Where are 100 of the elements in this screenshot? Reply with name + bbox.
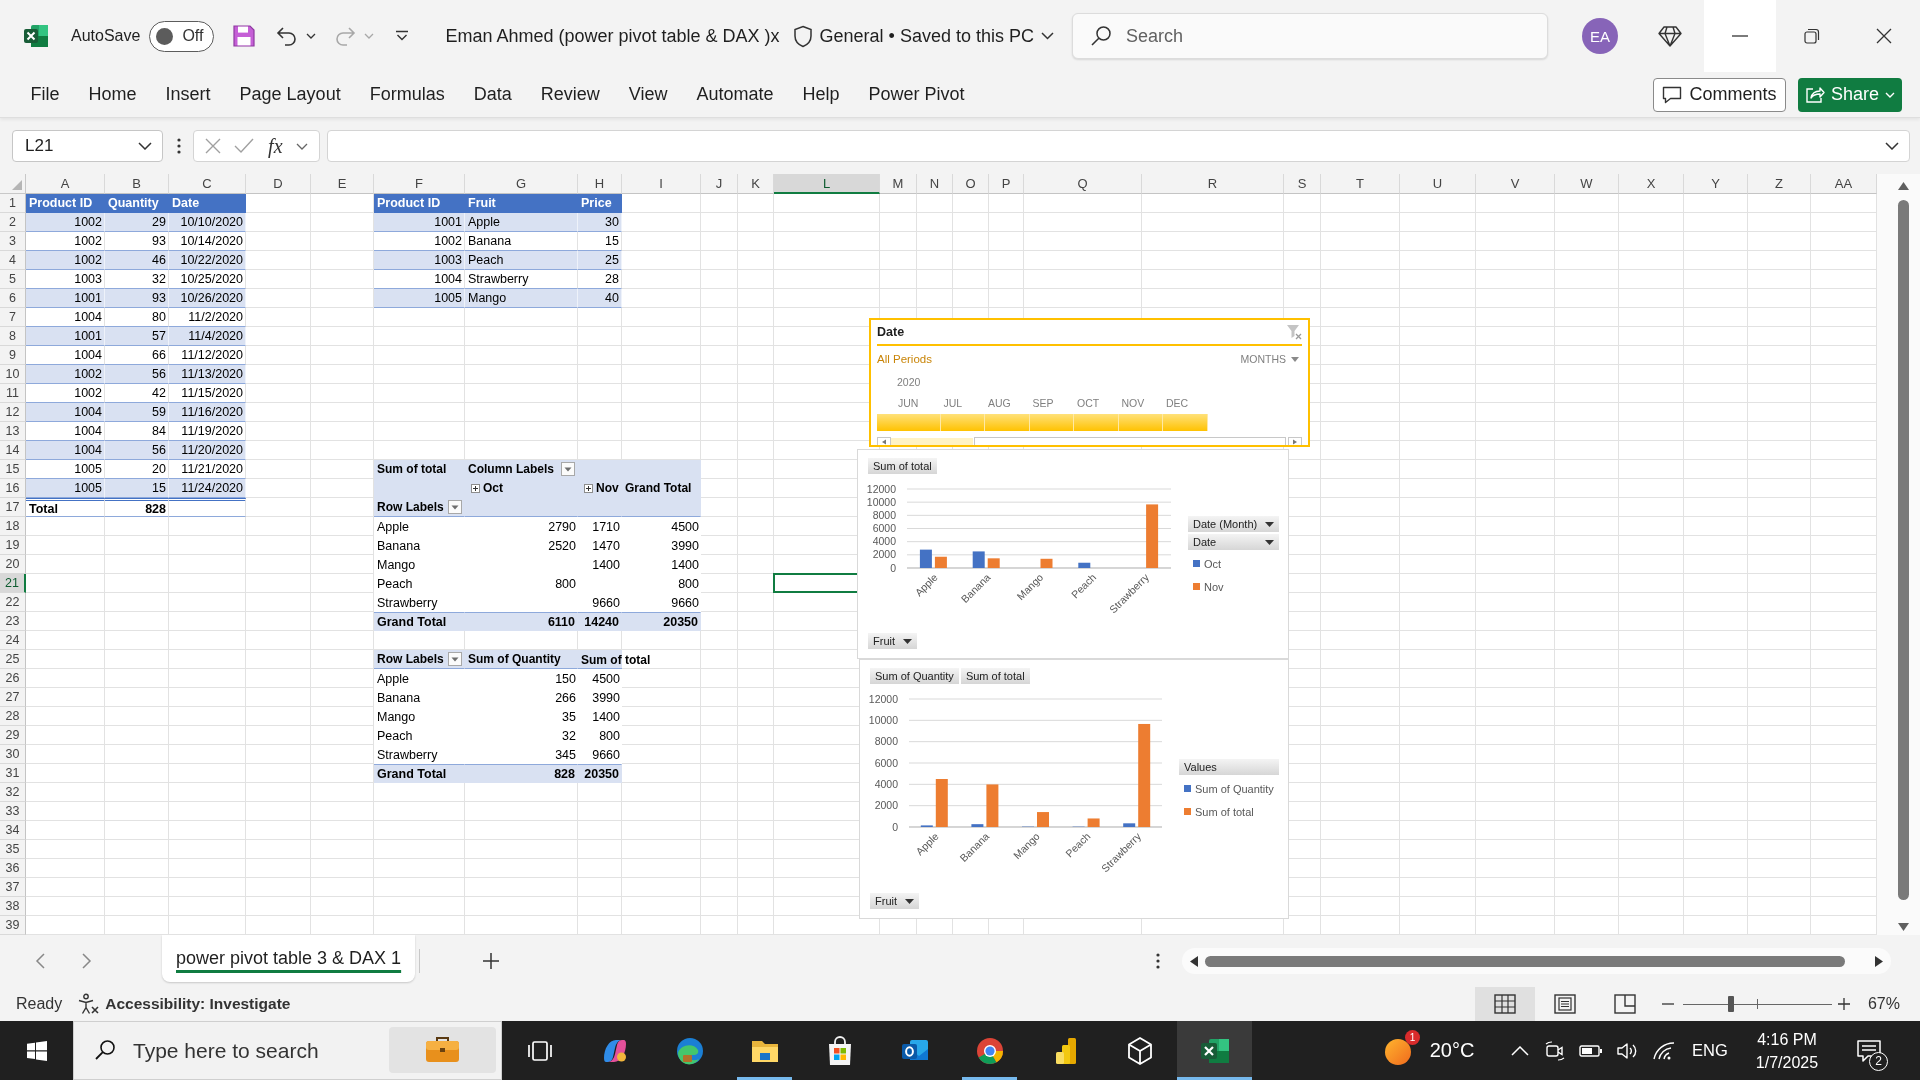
windows-logo-icon[interactable] [26,1040,47,1061]
timeline-scrollbar[interactable] [877,437,1302,445]
time-level-dropdown[interactable]: MONTHS [1240,353,1299,365]
legend-field-button[interactable]: Date (Month) [1188,516,1279,532]
ribbon-tab[interactable]: Review [526,76,615,113]
row-header[interactable]: 31 [0,764,26,783]
customize-toolbar-icon[interactable] [395,30,410,42]
sheet-tab[interactable]: power pivot table 3 & DAX 1 [162,935,416,982]
column-header[interactable]: X [1619,174,1684,194]
row-header[interactable]: 8 [0,327,26,346]
column-header[interactable]: Z [1748,174,1811,194]
value-field-button[interactable]: Sum of total [868,458,937,474]
column-header[interactable]: W [1555,174,1619,194]
column-header[interactable]: L [774,174,880,194]
scroll-up-icon[interactable] [1898,182,1909,190]
vertical-dots-icon[interactable] [1156,953,1160,969]
vertical-dots-icon[interactable] [177,138,181,154]
column-header[interactable]: O [953,174,989,194]
column-header[interactable]: C [169,174,246,194]
chevron-left-icon[interactable] [35,953,45,969]
ribbon-tab[interactable]: View [614,76,682,113]
row-header[interactable]: 9 [0,346,26,365]
column-header[interactable]: Y [1684,174,1748,194]
notification-icon[interactable] [1856,1038,1882,1063]
save-icon[interactable] [231,23,258,49]
scrollbar-thumb[interactable] [1205,955,1845,967]
column-header[interactable]: P [989,174,1024,194]
dropdown-icon[interactable] [561,462,575,476]
row-header[interactable]: 11 [0,384,26,403]
check-icon[interactable] [234,138,255,154]
column-header[interactable]: Q [1024,174,1142,194]
ribbon-tab[interactable]: Home [74,76,152,113]
row-header[interactable]: 16 [0,479,26,498]
row-header[interactable]: 19 [0,536,26,555]
row-header[interactable]: 29 [0,726,26,745]
ribbon-tab[interactable]: Page Layout [225,76,356,113]
column-header[interactable]: A [26,174,105,194]
column-header[interactable]: K [738,174,774,194]
user-avatar[interactable]: EA [1582,18,1618,54]
scroll-right-icon[interactable] [1875,955,1883,967]
row-header[interactable]: 10 [0,365,26,384]
column-header[interactable]: I [622,174,701,194]
scroll-left-icon[interactable] [1190,955,1198,967]
chevron-up-icon[interactable] [1511,1045,1529,1056]
dropdown-icon[interactable] [448,500,462,514]
row-header[interactable]: 25 [0,650,26,669]
row-header[interactable]: 17 [0,498,26,517]
ribbon-tab[interactable]: Data [459,76,527,113]
chevron-right-icon[interactable] [82,953,92,969]
row-header[interactable]: 5 [0,270,26,289]
chevron-down-icon[interactable] [1885,142,1899,150]
column-header[interactable]: R [1142,174,1284,194]
row-header[interactable]: 18 [0,517,26,536]
row-header[interactable]: 36 [0,859,26,878]
column-header[interactable]: T [1321,174,1400,194]
row-header[interactable]: 35 [0,840,26,859]
row-header[interactable]: 30 [0,745,26,764]
ribbon-tab[interactable]: Insert [151,76,226,113]
row-header[interactable]: 34 [0,821,26,840]
chevron-down-icon[interactable] [296,142,309,150]
axis-field-button[interactable]: Fruit [870,893,919,909]
plus-icon[interactable] [482,952,501,970]
comments-button[interactable]: Comments [1653,77,1786,112]
value-field-button[interactable]: Sum of total [960,668,1030,684]
plus-icon[interactable] [1837,998,1850,1010]
vertical-scrollbar[interactable] [1877,174,1920,935]
column-header[interactable]: D [246,174,311,194]
ribbon-tab[interactable]: File [16,76,74,113]
row-header[interactable]: 22 [0,593,26,612]
name-box[interactable]: L21 [12,130,163,162]
ribbon-tab[interactable]: Formulas [355,76,460,113]
axis-field-button[interactable]: Fruit [868,633,917,649]
autosave-toggle[interactable]: Off [149,20,215,52]
column-header[interactable]: AA [1811,174,1877,194]
column-header[interactable]: G [465,174,578,194]
row-header[interactable]: 20 [0,555,26,574]
column-header[interactable]: V [1476,174,1555,194]
legend-field-button[interactable]: Date [1188,534,1279,550]
ribbon-tab[interactable]: Power Pivot [854,76,980,113]
scroll-down-icon[interactable] [1898,923,1909,931]
value-field-button[interactable]: Sum of Quantity [870,668,959,684]
row-header[interactable]: 37 [0,878,26,897]
ribbon-tab[interactable]: Help [788,76,854,113]
clock-date[interactable]: 1/7/2025 [1755,1050,1819,1074]
row-header[interactable]: 24 [0,631,26,650]
wifi-icon[interactable] [1653,1041,1675,1060]
column-header[interactable]: N [917,174,953,194]
formula-input[interactable] [327,130,1910,162]
row-header[interactable]: 7 [0,308,26,327]
column-header[interactable]: M [880,174,917,194]
scrollbar-thumb[interactable] [1898,200,1909,900]
clock-time[interactable]: 4:16 PM [1757,1027,1817,1051]
column-header[interactable]: S [1284,174,1321,194]
row-header[interactable]: 2 [0,213,26,232]
column-header[interactable]: F [374,174,465,194]
zoom-percentage[interactable]: 67% [1867,995,1900,1013]
row-header[interactable]: 28 [0,707,26,726]
row-header[interactable]: 12 [0,403,26,422]
insert-function-button[interactable]: fx [268,134,283,158]
column-header[interactable]: U [1400,174,1476,194]
